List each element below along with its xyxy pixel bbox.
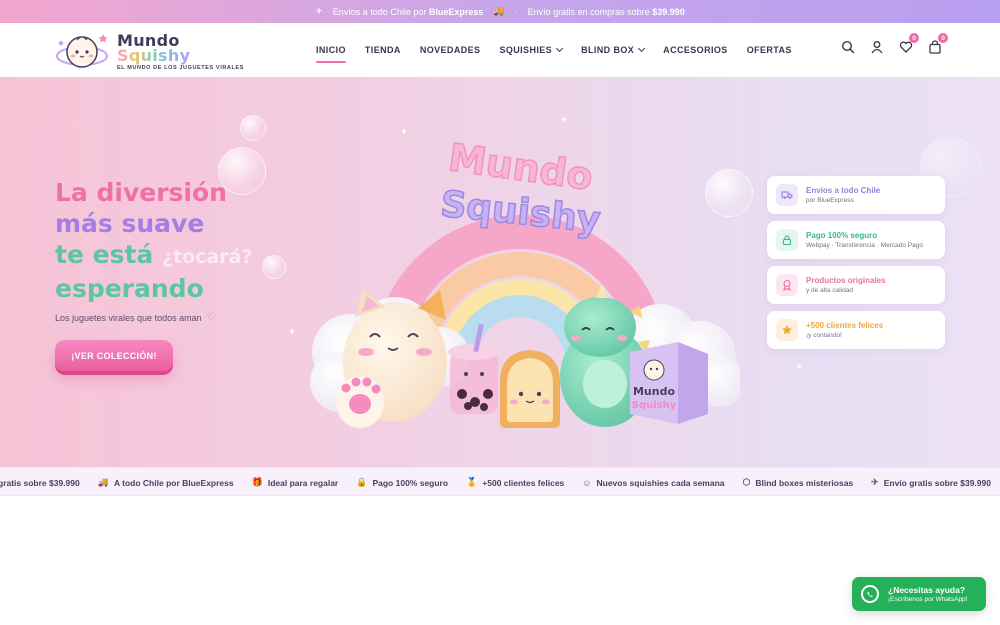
main-nav: INICIO TIENDA NOVEDADES SQUISHIES BLIND … [316,23,811,77]
toast-squishy [500,350,560,428]
truck-icon: 🚚 [97,477,109,487]
site-logo[interactable]: Mundo Squishy EL MUNDO DE LOS JUGUETES V… [55,26,245,74]
marquee-item: gratis sobre $39.990 [0,477,80,488]
whatsapp-subtitle: ¡Escríbenos por WhatsApp! [888,596,968,603]
sparkle-icon: ✦ [288,327,297,338]
headline-line-3: te está [55,240,154,269]
feature-card-shipping: Envíos a todo Chile por BlueExpress [767,176,945,214]
nav-ofertas[interactable]: OFERTAS [747,45,792,55]
whatsapp-help-button[interactable]: ¿Necesitas ayuda? ¡Escríbenos por WhatsA… [852,577,986,611]
star-icon [776,319,798,341]
chevron-down-icon [556,44,564,53]
heart-icon: ♡ [206,312,216,323]
nav-tienda[interactable]: TIENDA [365,45,401,55]
announcement-text-free-shipping: Envío gratis en compras sobre $39.990 [527,6,685,17]
feature-subtitle: y de alta calidad [806,287,853,294]
feature-card-payment: Pago 100% seguro Webpay · Transferencia ·… [767,221,945,259]
lock-icon: 🔒 [356,477,368,487]
nav-squishies[interactable]: SQUISHIES [499,44,564,55]
marquee-item: ✈ Envío gratis sobre $39.990 [871,477,991,488]
box-text-mundo: Mundo [633,385,675,398]
feature-card-customers: +500 clientes felices ¡y contando! [767,311,945,349]
announcement-separator: · [514,6,518,17]
marquee-item: 🎁 Ideal para regalar [251,477,339,488]
feature-title: Productos originales [806,276,886,285]
announcement-text-shipping: Envíos a todo Chile por BlueExpress [332,6,484,17]
mundo-squishy-box: Mundo Squishy [630,342,708,424]
feature-subtitle: por BlueExpress [806,197,854,204]
lock-icon [776,229,798,251]
bubble-decoration [240,115,266,141]
feature-subtitle: Webpay · Transferencia · Mercado Pago [806,242,923,249]
nav-accesorios[interactable]: ACCESORIOS [663,45,728,55]
gift-icon: 🎁 [251,477,263,487]
bubble-decoration [262,255,286,279]
feature-title: Pago 100% seguro [806,231,878,240]
hero-illustration: Mundo Squishy Mundo Squishy [310,134,740,428]
search-icon[interactable] [841,40,855,54]
nav-inicio[interactable]: INICIO [316,45,346,63]
feature-title: +500 clientes felices [806,321,884,330]
feature-subtitle: ¡y contando! [806,332,842,339]
chevron-down-icon [638,44,646,53]
marquee-item: 🔒 Pago 100% seguro [356,477,449,488]
plane-icon: ✈ [871,477,879,487]
whatsapp-icon [861,585,879,603]
badge-icon [776,274,798,296]
marquee-item: 🏅 +500 clientes felices [466,477,565,488]
cart-count-badge: 0 [938,33,948,43]
headline-ghost-text: ¿tocará? [162,246,253,268]
marquee-track: gratis sobre $39.990 🚚 A todo Chile por B… [0,468,1000,495]
user-icon[interactable] [870,40,884,54]
rainbow-sign: Mundo Squishy [438,134,603,242]
hero-subline: Los juguetes virales que todos aman ♡ [55,312,216,323]
box-icon: ⬡ [742,477,751,487]
bag-icon[interactable]: 0 [928,33,948,54]
header-actions: 0 0 [841,33,948,54]
nav-novedades[interactable]: NOVEDADES [420,45,481,55]
headline-line-4: esperando [55,274,204,303]
nav-blind-box[interactable]: BLIND BOX [581,44,646,55]
marquee-item: 🚚 A todo Chile por BlueExpress [97,477,234,488]
site-header: Mundo Squishy EL MUNDO DE LOS JUGUETES V… [0,23,1000,77]
sparkle-icon: ✦ [795,362,804,373]
feature-cards: Envíos a todo Chile por BlueExpress Pago … [767,176,945,356]
marquee-item: ☺ Nuevos squishies cada semana [582,477,725,488]
view-collection-button[interactable]: ¡VER COLECCIÓN! [55,340,173,371]
heart-icon[interactable]: 0 [899,33,919,54]
hero-banner: ✦ ✦ ✦ ✦ La diversión más suave te está ¿… [0,77,1000,467]
logo-word-squishy: Squishy [117,46,191,65]
wishlist-count-badge: 0 [909,33,919,43]
marquee-item: ⬡ Blind boxes misteriosas [742,477,854,488]
announcement-bar: ✈ Envíos a todo Chile por BlueExpress 🚚 … [0,0,1000,23]
hero-headline: La diversión más suave te está ¿tocará? … [55,177,252,304]
feature-title: Envíos a todo Chile [806,186,881,195]
plane-icon: ✈ [315,6,323,16]
logo-tagline: EL MUNDO DE LOS JUGUETES VIRALES [117,65,244,71]
truck-icon: 🚚 [493,6,505,16]
mascot-logo-icon [56,34,108,68]
truck-icon [776,184,798,206]
box-text-squishy: Squishy [632,400,677,411]
feature-card-originals: Productos originales y de alta calidad [767,266,945,304]
headline-line-1: La diversión [55,178,227,207]
whatsapp-title: ¿Necesitas ayuda? [888,585,966,595]
medal-icon: 🏅 [466,477,478,487]
cat-squishy [336,289,447,428]
benefits-marquee: gratis sobre $39.990 🚚 A todo Chile por B… [0,467,1000,496]
headline-line-2: más suave [55,209,205,238]
smile-icon: ☺ [582,477,592,488]
